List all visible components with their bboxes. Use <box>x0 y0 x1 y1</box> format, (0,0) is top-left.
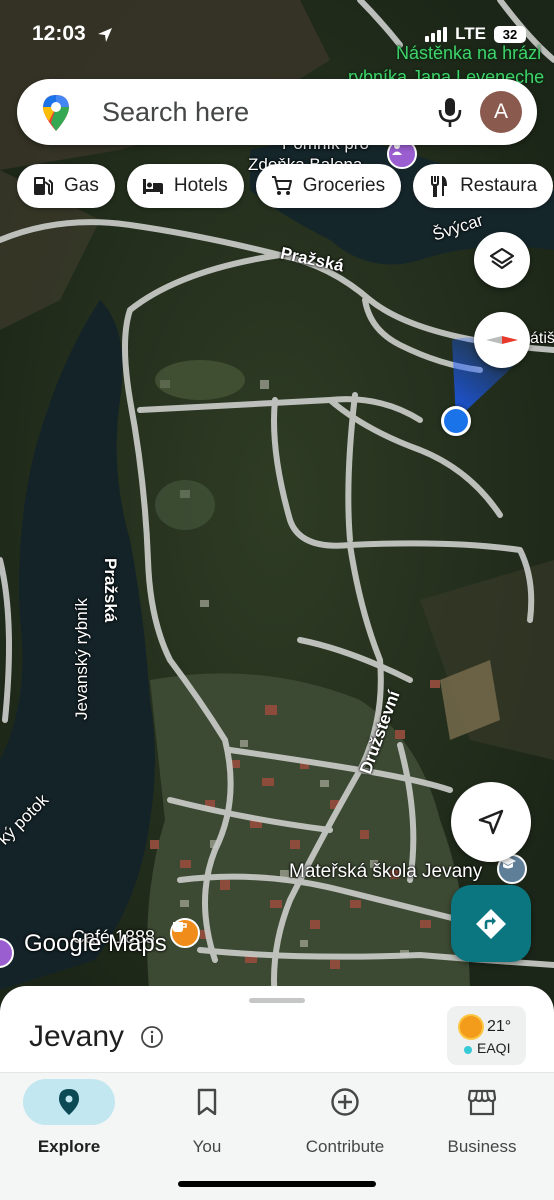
status-bar: 12:03 LTE 32 <box>0 0 554 70</box>
cell-signal-icon <box>425 26 448 42</box>
nav-explore-indicator <box>23 1079 115 1125</box>
chip-hotels[interactable]: Hotels <box>126 164 244 208</box>
map-label-materska-skola[interactable]: Mateřská škola Jevany <box>289 861 482 883</box>
weather-temperature: 21° <box>487 1018 512 1035</box>
aqi-indicator-dot <box>464 1046 472 1054</box>
nav-label: Business <box>447 1137 517 1156</box>
nav-label: Contribute <box>305 1137 385 1156</box>
sun-icon <box>460 1016 482 1038</box>
info-icon[interactable] <box>140 1025 164 1049</box>
nav-contribute-indicator <box>299 1079 391 1125</box>
search-bar[interactable]: Search here A <box>17 79 537 145</box>
directions-icon <box>476 908 506 939</box>
nav-business-indicator <box>436 1079 528 1125</box>
map-label-jevansky-rybnik[interactable]: Jevanský rybník <box>72 598 92 720</box>
chip-label: Restaura <box>460 175 538 196</box>
chip-groceries[interactable]: Groceries <box>255 164 402 208</box>
nav-business[interactable]: Business <box>414 1079 534 1169</box>
layers-icon <box>489 247 515 270</box>
network-type: LTE <box>455 24 486 43</box>
nav-label: You <box>192 1137 222 1156</box>
chip-label: Groceries <box>302 175 386 196</box>
location-pin-icon <box>59 1089 79 1115</box>
location-arrow-icon <box>98 28 112 42</box>
nav-you-indicator <box>161 1079 253 1125</box>
sheet-drag-handle[interactable] <box>249 998 305 1003</box>
gas-station-icon <box>34 177 53 196</box>
status-indicators: LTE 32 <box>425 24 526 44</box>
layers-button[interactable] <box>474 232 530 288</box>
road-label-prazska-side: Pražská <box>101 558 120 623</box>
map-label-zatis[interactable]: átiš <box>530 330 554 348</box>
current-location-dot <box>441 406 471 436</box>
google-maps-logo: Google Maps <box>24 930 167 957</box>
add-circle-icon <box>331 1088 359 1116</box>
navigation-arrow-icon <box>478 809 504 835</box>
microphone-icon[interactable] <box>435 96 465 128</box>
compass-icon <box>486 336 518 344</box>
chip-label: Gas <box>64 175 99 196</box>
nav-explore[interactable]: Explore <box>1 1079 121 1169</box>
directions-button[interactable] <box>451 885 531 962</box>
bottom-sheet[interactable]: Jevany 21° EAQI <box>0 986 554 1086</box>
compass-button[interactable] <box>474 312 530 368</box>
account-avatar[interactable]: A <box>480 91 522 133</box>
shopping-cart-icon <box>271 176 292 195</box>
nav-contribute[interactable]: Contribute <box>277 1079 397 1169</box>
google-maps-pin-icon <box>43 95 69 131</box>
storefront-icon <box>467 1089 497 1116</box>
search-input[interactable]: Search here <box>102 97 249 128</box>
weather-card[interactable]: 21° EAQI <box>447 1006 526 1065</box>
cafe-poi-icon[interactable] <box>170 918 200 948</box>
status-time: 12:03 <box>32 22 86 45</box>
my-location-button[interactable] <box>451 782 531 862</box>
chip-gas[interactable]: Gas <box>17 164 115 208</box>
chip-restaurants[interactable]: Restaura <box>413 164 554 208</box>
battery-level: 32 <box>494 25 526 43</box>
air-quality-label: EAQI <box>477 1040 511 1056</box>
nav-you[interactable]: You <box>139 1079 259 1169</box>
home-indicator[interactable] <box>178 1181 376 1187</box>
bed-icon <box>142 179 163 194</box>
category-chips: Gas Hotels Groceries Restaura <box>17 164 554 210</box>
nav-label: Explore <box>37 1137 101 1156</box>
bookmark-icon <box>197 1088 217 1116</box>
fork-knife-icon <box>431 176 448 197</box>
chip-label: Hotels <box>173 175 228 196</box>
place-title: Jevany <box>29 1020 125 1053</box>
